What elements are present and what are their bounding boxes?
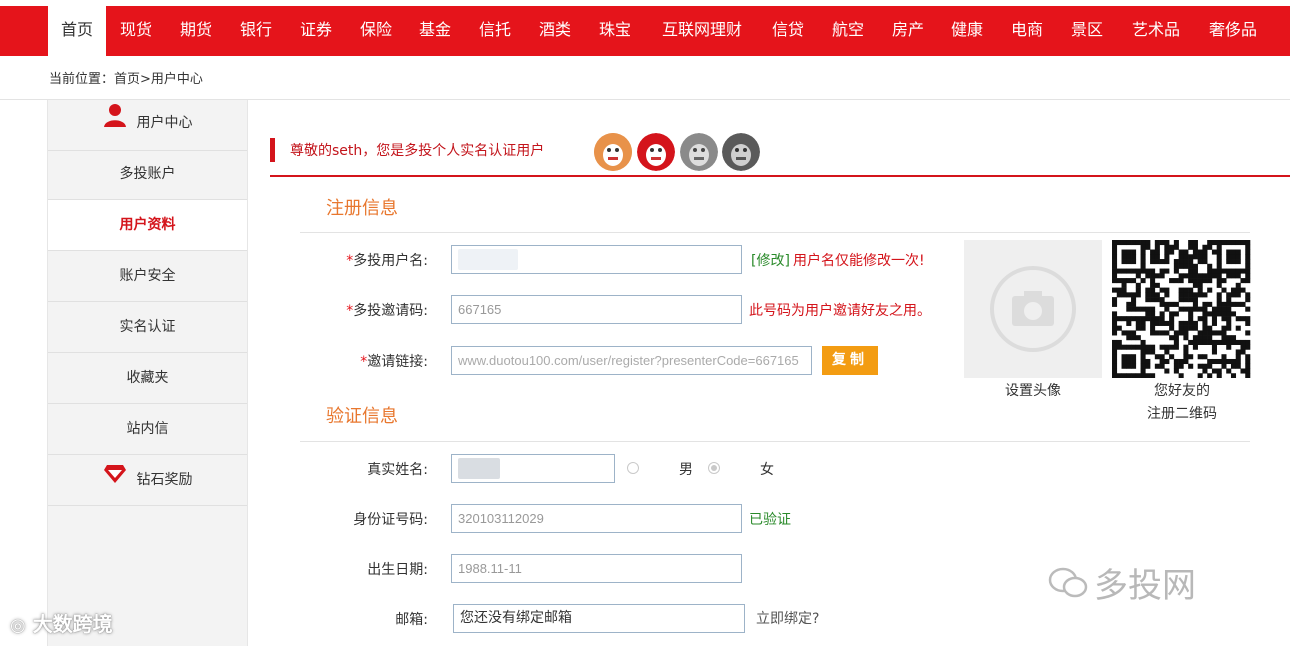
top-nav: 首页 现货 期货 银行 证券 保险 基金 信托 酒类 珠宝 互联网理财 信贷 航… [0, 6, 1290, 56]
nav-item-ecommerce[interactable]: 电商 [1001, 6, 1053, 56]
sidebar-item-verification[interactable]: 实名认证 [48, 302, 247, 353]
bind-email-link[interactable]: 立即绑定? [756, 608, 819, 628]
nav-item-bank[interactable]: 银行 [230, 6, 282, 56]
nav-item-trust[interactable]: 信托 [469, 6, 521, 56]
nav-item-internet-finance[interactable]: 互联网理财 [652, 6, 752, 56]
id-verified-status: 已验证 [749, 512, 791, 528]
nav-item-securities[interactable]: 证券 [290, 6, 342, 56]
breadcrumb: 当前位置：首页>用户中心 [49, 72, 203, 87]
gender-male-radio[interactable] [627, 462, 639, 474]
copy-button[interactable]: 复制 [822, 346, 878, 375]
nav-item-art[interactable]: 艺术品 [1121, 6, 1191, 56]
nav-item-insurance[interactable]: 保险 [350, 6, 402, 56]
nav-item-real-estate[interactable]: 房产 [882, 6, 934, 56]
section-divider [300, 232, 1250, 233]
nav-item-jewelry[interactable]: 珠宝 [589, 6, 641, 56]
real-name-redaction [458, 458, 500, 479]
nav-item-luxury[interactable]: 奢侈品 [1198, 6, 1268, 56]
invite-link-label: *邀请链接: [360, 354, 428, 370]
username-hint: 用户名仅能修改一次! [793, 253, 925, 269]
id-number-field[interactable]: 320103112029 [451, 504, 742, 533]
gender-female-label: 女 [760, 462, 774, 478]
nav-item-liquor[interactable]: 酒类 [529, 6, 581, 56]
nav-item-home[interactable]: 首页 [48, 6, 106, 56]
section-divider [300, 441, 1250, 442]
real-name-field[interactable] [451, 454, 615, 483]
sidebar-item-label: 钻石奖励 [136, 472, 193, 488]
diamond-icon [103, 455, 127, 505]
avatar-caption: 设置头像 [1005, 383, 1061, 399]
section-title-register: 注册信息 [326, 198, 398, 219]
welcome-divider [270, 175, 1290, 177]
sidebar-item-favorites[interactable]: 收藏夹 [48, 353, 247, 404]
invite-code-label: *多投邀请码: [346, 303, 428, 319]
avatar-placeholder[interactable] [964, 240, 1102, 378]
sidebar: 用户中心 多投账户 用户资料 账户安全 实名认证 收藏夹 站内信 钻石奖励 [47, 100, 248, 646]
sidebar-item-diamond-rewards[interactable]: 钻石奖励 [48, 455, 247, 506]
section-title-verify: 验证信息 [326, 406, 398, 427]
email-field[interactable]: 您还没有绑定邮箱 [453, 604, 745, 633]
qr-code [1112, 240, 1252, 379]
nav-item-credit[interactable]: 信贷 [762, 6, 814, 56]
qr-caption-line2: 注册二维码 [1147, 406, 1217, 422]
nav-item-futures[interactable]: 期货 [170, 6, 222, 56]
welcome-accent-bar [270, 138, 275, 162]
username-redaction [458, 249, 518, 270]
camera-icon [990, 266, 1076, 352]
badge-mascot-gray-icon [680, 133, 718, 171]
username-label: *多投用户名: [346, 253, 428, 269]
birth-date-label: 出生日期: [367, 562, 428, 578]
real-name-label: 真实姓名: [367, 462, 428, 478]
sidebar-header-label: 用户中心 [136, 115, 193, 131]
badge-mascot-red-icon [637, 133, 675, 171]
nav-item-fund[interactable]: 基金 [409, 6, 461, 56]
sidebar-item-account[interactable]: 多投账户 [48, 149, 247, 200]
wechat-icon [1048, 566, 1088, 609]
username-edit-link[interactable]: [修改] [751, 250, 790, 270]
watermark-right: 多投网 [1048, 558, 1196, 609]
nav-item-aviation[interactable]: 航空 [822, 6, 874, 56]
watermark-left: ◎ 大数跨境 [10, 612, 113, 636]
logo-icon: ◎ [10, 615, 26, 636]
gender-female-radio[interactable] [708, 462, 720, 474]
gender-male-label: 男 [679, 462, 693, 478]
user-icon [103, 100, 127, 146]
id-number-label: 身份证号码: [353, 512, 428, 528]
nav-item-health[interactable]: 健康 [941, 6, 993, 56]
invite-code-field[interactable]: 667165 [451, 295, 742, 324]
invite-code-hint: 此号码为用户邀请好友之用。 [749, 303, 931, 319]
username-field[interactable] [451, 245, 742, 274]
qr-caption-line1: 您好友的 [1154, 383, 1210, 399]
badge-mascot-icon [594, 133, 632, 171]
invite-link-field[interactable]: www.duotou100.com/user/register?presente… [451, 346, 812, 375]
sidebar-item-security[interactable]: 账户安全 [48, 251, 247, 302]
nav-item-spot[interactable]: 现货 [110, 6, 162, 56]
birth-date-field[interactable]: 1988.11-11 [451, 554, 742, 583]
sidebar-header: 用户中心 [48, 100, 247, 151]
welcome-message: 尊敬的seth，您是多投个人实名认证用户 [290, 143, 545, 159]
sidebar-item-profile[interactable]: 用户资料 [48, 200, 247, 251]
email-label: 邮箱: [395, 612, 428, 628]
nav-item-scenic[interactable]: 景区 [1061, 6, 1113, 56]
sidebar-item-messages[interactable]: 站内信 [48, 404, 247, 455]
badge-mascot-dark-icon [722, 133, 760, 171]
